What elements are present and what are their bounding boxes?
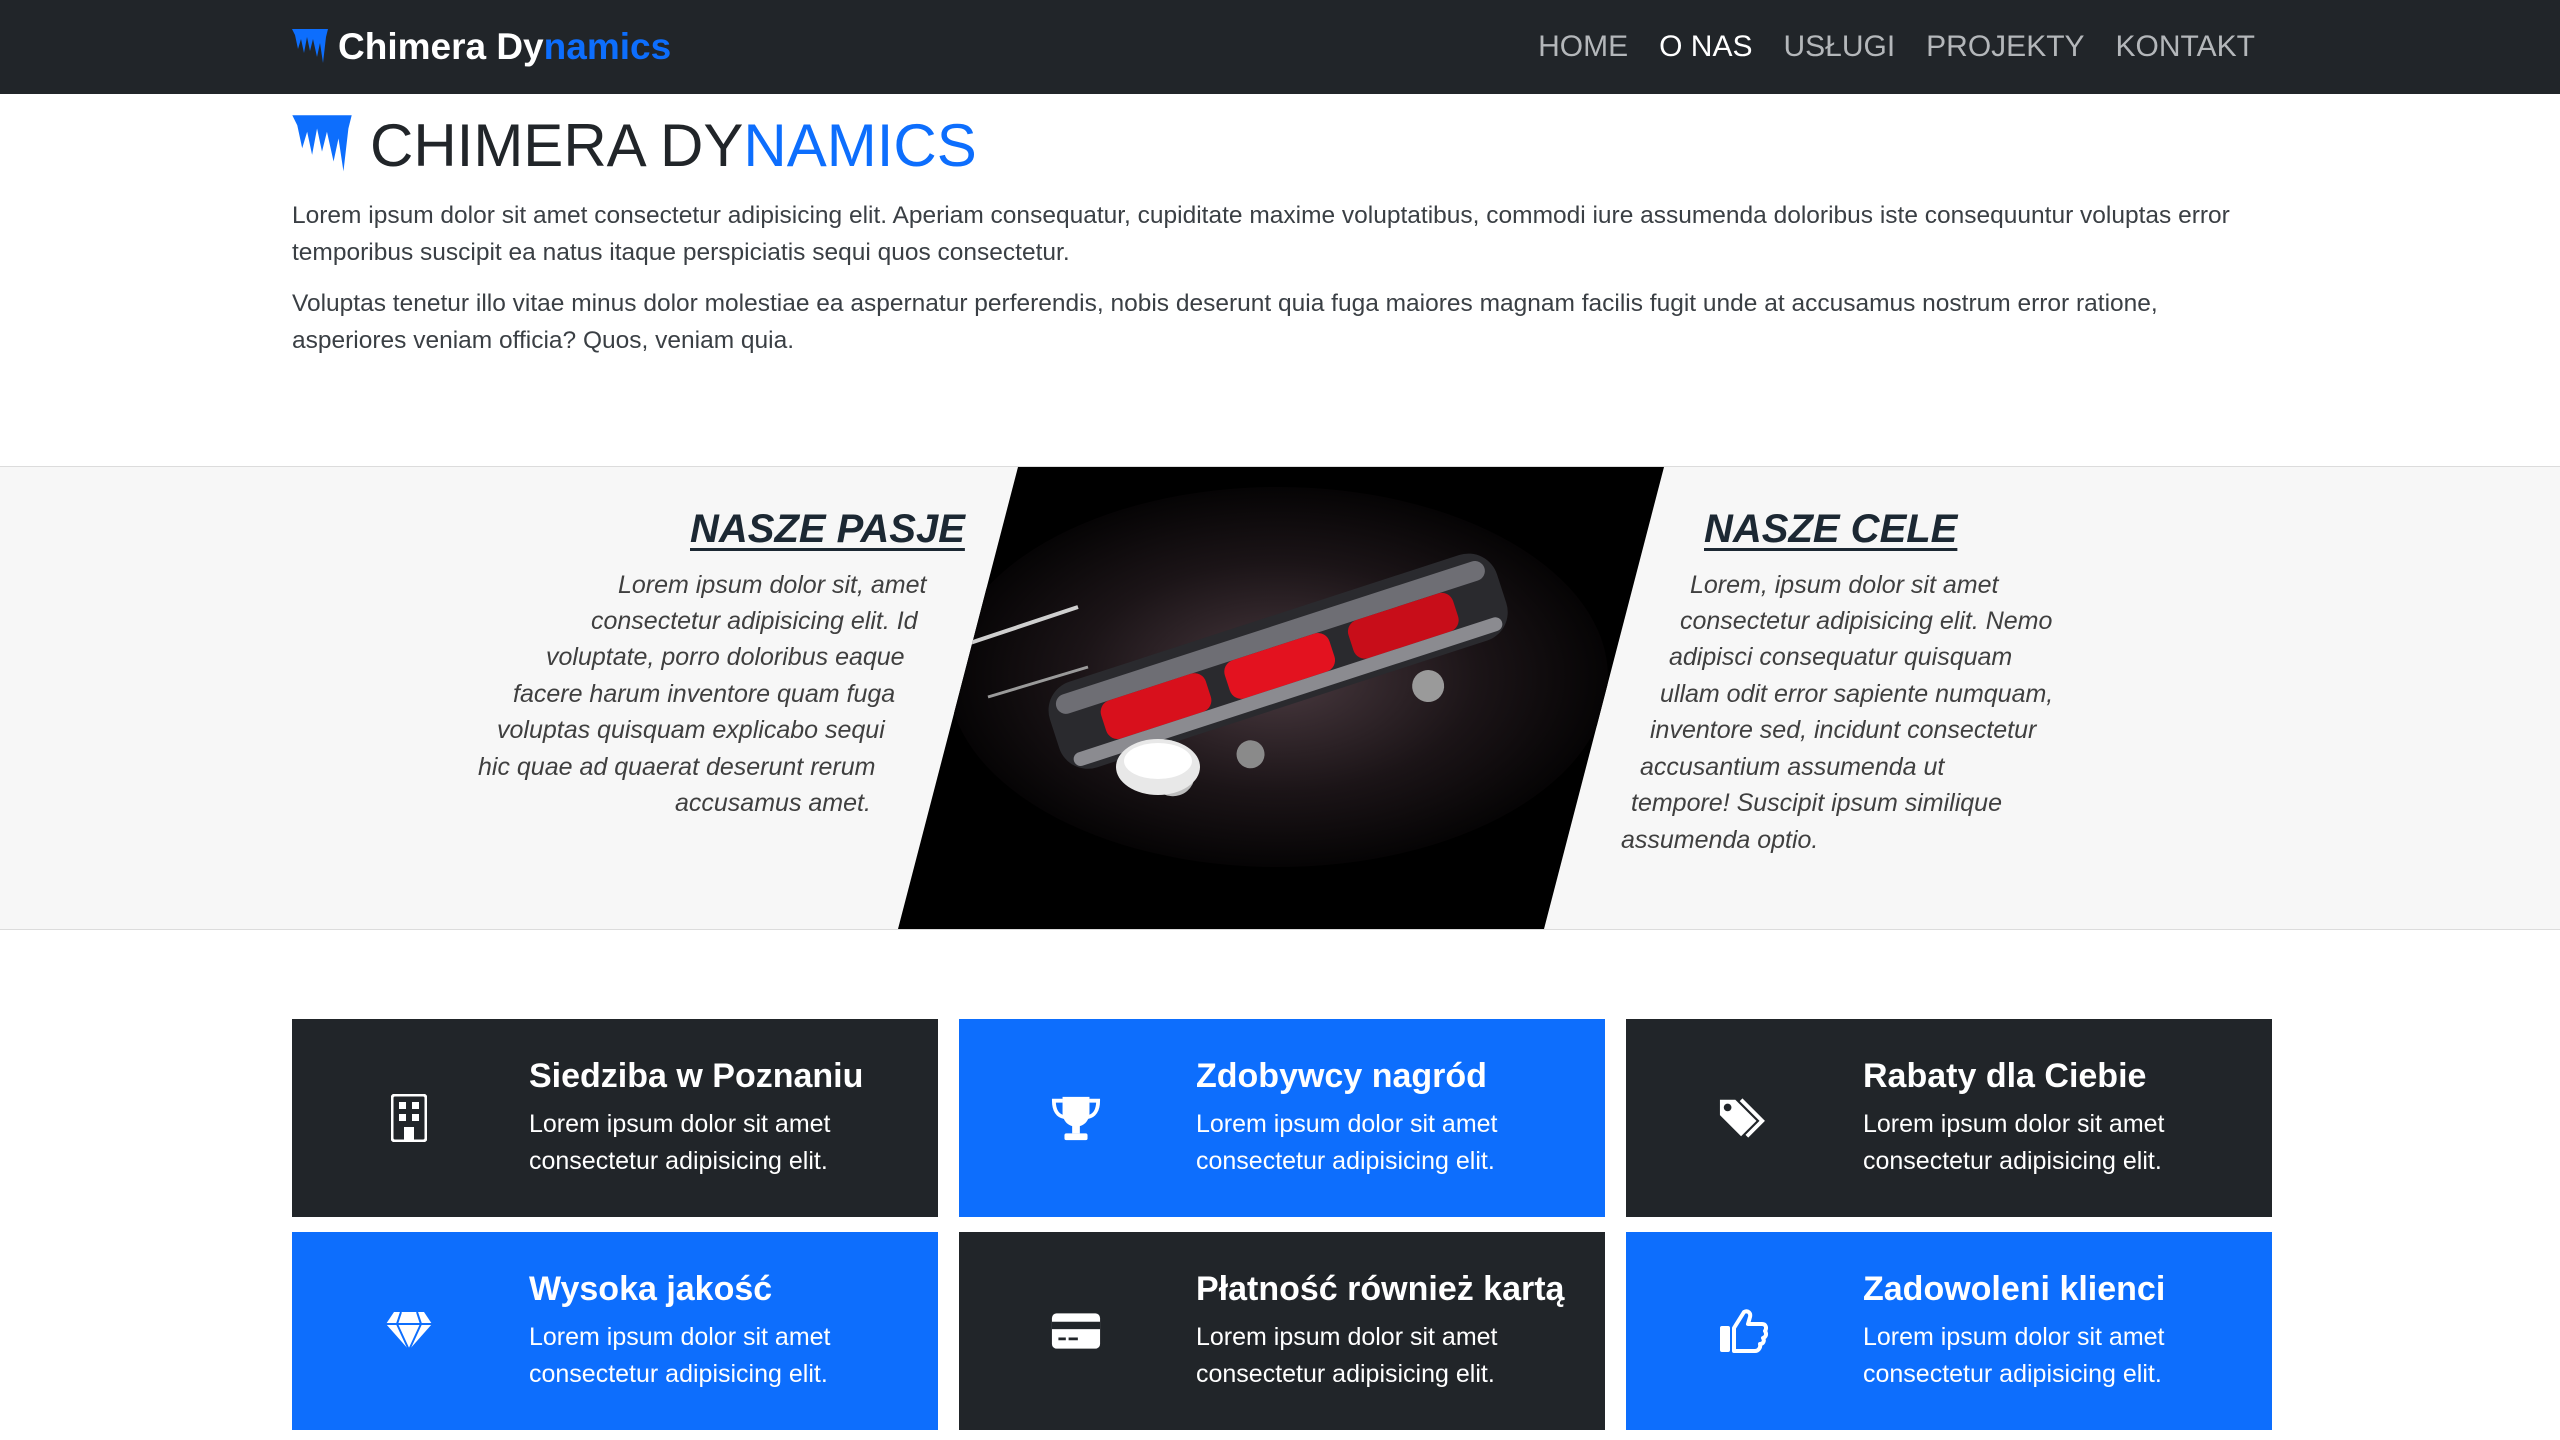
feature-card-discounts: Rabaty dla Ciebie Lorem ipsum dolor sit … <box>1626 1019 2272 1217</box>
passions-line: accusamus amet. <box>675 789 871 817</box>
engine-image <box>898 467 1664 929</box>
tags-icon <box>1718 1091 1768 1145</box>
feature-card-card-payment: Płatność również kartą Lorem ipsum dolor… <box>959 1232 1605 1430</box>
brand-link[interactable]: Chimera Dynamics <box>292 24 671 70</box>
nav-menu: HOME O NAS USŁUGI PROJEKTY KONTAKT <box>1538 0 2255 94</box>
page-title-text: CHIMERA DYNAMICS <box>370 111 977 179</box>
passions-heading: NASZE PASJE <box>690 507 965 551</box>
thumbs-up-icon <box>1718 1304 1768 1358</box>
gem-icon <box>384 1304 434 1358</box>
passions-line: consectetur adipisicing elit. Id <box>591 607 918 635</box>
feature-card-quality: Wysoka jakość Lorem ipsum dolor sit amet… <box>292 1232 938 1430</box>
nav-projects[interactable]: PROJEKTY <box>1926 30 2084 64</box>
goals-line: ullam odit error sapiente numquam, <box>1660 680 2054 708</box>
building-icon <box>384 1091 434 1145</box>
card-text: Lorem ipsum dolor sit amet consectetur a… <box>529 1323 831 1388</box>
feature-card-headquarters: Siedziba w Poznaniu Lorem ipsum dolor si… <box>292 1019 938 1217</box>
intro-paragraph-1: Lorem ipsum dolor sit amet consectetur a… <box>292 202 2230 266</box>
card-title: Rabaty dla Ciebie <box>1863 1057 2147 1095</box>
card-title: Wysoka jakość <box>529 1270 773 1308</box>
goals-line: adipisci consequatur quisquam <box>1669 643 2013 671</box>
passions-line: voluptate, porro doloribus eaque <box>546 643 905 671</box>
brand-name: Chimera Dynamics <box>338 26 672 67</box>
goals-line: assumenda optio. <box>1621 826 1819 854</box>
goals-line: accusantium assumenda ut <box>1640 753 1945 781</box>
card-title: Zdobywcy nagród <box>1196 1057 1487 1095</box>
logo-icon <box>292 115 352 172</box>
goals-line: inventore sed, incidunt consectetur <box>1650 716 2037 744</box>
card-text: Lorem ipsum dolor sit amet consectetur a… <box>529 1110 831 1175</box>
trophy-icon <box>1051 1091 1101 1145</box>
nav-contact[interactable]: KONTAKT <box>2116 30 2255 64</box>
card-text: Lorem ipsum dolor sit amet consectetur a… <box>1863 1110 2165 1175</box>
card-title: Zadowoleni klienci <box>1863 1270 2166 1308</box>
nav-home[interactable]: HOME <box>1538 30 1628 64</box>
passions-line: voluptas quisquam explicabo sequi <box>497 716 885 744</box>
brand-logo-icon <box>292 29 328 63</box>
card-text: Lorem ipsum dolor sit amet consectetur a… <box>1863 1323 2165 1388</box>
passions-line: facere harum inventore quam fuga <box>513 680 896 708</box>
nav-services[interactable]: USŁUGI <box>1783 30 1895 64</box>
goals-line: Lorem, ipsum dolor sit amet <box>1690 571 1999 599</box>
credit-card-icon <box>1051 1304 1101 1358</box>
nav-about[interactable]: O NAS <box>1659 30 1752 64</box>
card-text: Lorem ipsum dolor sit amet consectetur a… <box>1196 1110 1498 1175</box>
card-title: Siedziba w Poznaniu <box>529 1057 864 1095</box>
goals-line: consectetur adipisicing elit. Nemo <box>1680 607 2053 635</box>
passions-line: hic quae ad quaerat deserunt rerum <box>478 753 876 781</box>
card-title: Płatność również kartą <box>1196 1270 1565 1308</box>
navbar: Chimera Dynamics HOME O NAS USŁUGI PROJE… <box>0 0 2560 94</box>
goals-heading: NASZE CELE <box>1704 507 1958 551</box>
goals-line: tempore! Suscipit ipsum similique <box>1631 789 2002 817</box>
feature-card-satisfied-clients: Zadowoleni klienci Lorem ipsum dolor sit… <box>1626 1232 2272 1430</box>
page-title: CHIMERA DYNAMICS <box>292 110 977 180</box>
card-text: Lorem ipsum dolor sit amet consectetur a… <box>1196 1323 1498 1388</box>
about-band: NASZE PASJE Lorem ipsum dolor sit, amet … <box>0 466 2560 930</box>
intro-paragraph-2: Voluptas tenetur illo vitae minus dolor … <box>292 290 2158 354</box>
feature-card-awards: Zdobywcy nagród Lorem ipsum dolor sit am… <box>959 1019 1605 1217</box>
passions-line: Lorem ipsum dolor sit, amet <box>618 571 927 599</box>
